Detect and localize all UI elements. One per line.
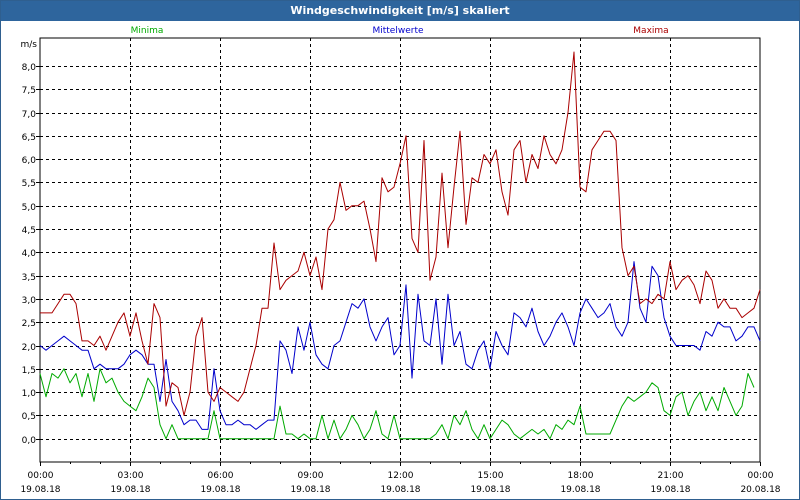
x-tick-date-label: 19.08.18 xyxy=(560,485,600,495)
x-tick-time-label: 00:00 xyxy=(748,471,774,481)
y-tick-label: 3,0 xyxy=(22,296,37,306)
x-tick-time-label: 18:00 xyxy=(568,471,594,481)
y-tick-label: 7,0 xyxy=(22,110,37,120)
x-tick-time-label: 21:00 xyxy=(658,471,684,481)
y-tick-label: 2,5 xyxy=(22,319,36,329)
x-tick-date-label: 19.08.18 xyxy=(650,485,690,495)
x-tick-date-label: 19.08.18 xyxy=(470,485,510,495)
x-tick-date-label: 19.08.18 xyxy=(20,485,60,495)
legend-item-minima: Minima xyxy=(131,26,164,36)
x-axis: 00:00 19.08.18 03:00 19.08.18 06:00 19.08.18 0… xyxy=(20,462,781,495)
x-tick-date-label: 19.08.18 xyxy=(110,485,150,495)
y-tick-label: 3,5 xyxy=(22,273,36,283)
y-tick-label: 4,0 xyxy=(22,249,37,259)
x-tick-time-label: 03:00 xyxy=(118,471,144,481)
series-line-minima xyxy=(39,368,755,440)
legend: Minima Mittelwerte Maxima xyxy=(131,26,669,36)
x-tick-time-label: 09:00 xyxy=(298,471,324,481)
y-tick-label: 7,5 xyxy=(22,86,36,96)
y-tick-label: 6,5 xyxy=(22,133,36,143)
y-tick-label: 1,5 xyxy=(22,366,36,376)
x-tick-date-label: 19.08.18 xyxy=(200,485,240,495)
y-tick-label: 5,0 xyxy=(22,203,37,213)
y-tick-label: 0,5 xyxy=(22,412,36,422)
x-tick-date-label: 20.08.18 xyxy=(740,485,780,495)
y-tick-label: 2,0 xyxy=(22,343,37,353)
chart-plot: 0,0 0,5 1,0 1,5 2,0 2,5 3,0 3,5 4,0 4,5 5,0 5,5 6,0 6… xyxy=(20,26,781,495)
y-tick-label: 5,5 xyxy=(22,179,36,189)
x-tick-time-label: 00:00 xyxy=(28,471,54,481)
y-axis: 0,0 0,5 1,0 1,5 2,0 2,5 3,0 3,5 4,0 4,5 5,0 5,5 6,0 6… xyxy=(21,40,40,446)
x-tick-time-label: 15:00 xyxy=(478,471,504,481)
x-tick-date-label: 19.08.18 xyxy=(380,485,420,495)
y-tick-label: 4,5 xyxy=(22,226,36,236)
y-tick-label: 8,0 xyxy=(22,63,37,73)
grid-lines xyxy=(40,38,760,462)
x-tick-time-label: 06:00 xyxy=(208,471,234,481)
y-axis-unit: m/s xyxy=(21,40,38,50)
x-tick-date-label: 19.08.18 xyxy=(290,485,330,495)
y-tick-label: 1,0 xyxy=(22,389,37,399)
y-tick-label: 0,0 xyxy=(22,436,37,446)
x-tick-time-label: 12:00 xyxy=(388,471,414,481)
legend-item-mittelwerte: Mittelwerte xyxy=(372,26,423,36)
y-tick-label: 6,0 xyxy=(22,156,37,166)
legend-item-maxima: Maxima xyxy=(633,26,668,36)
